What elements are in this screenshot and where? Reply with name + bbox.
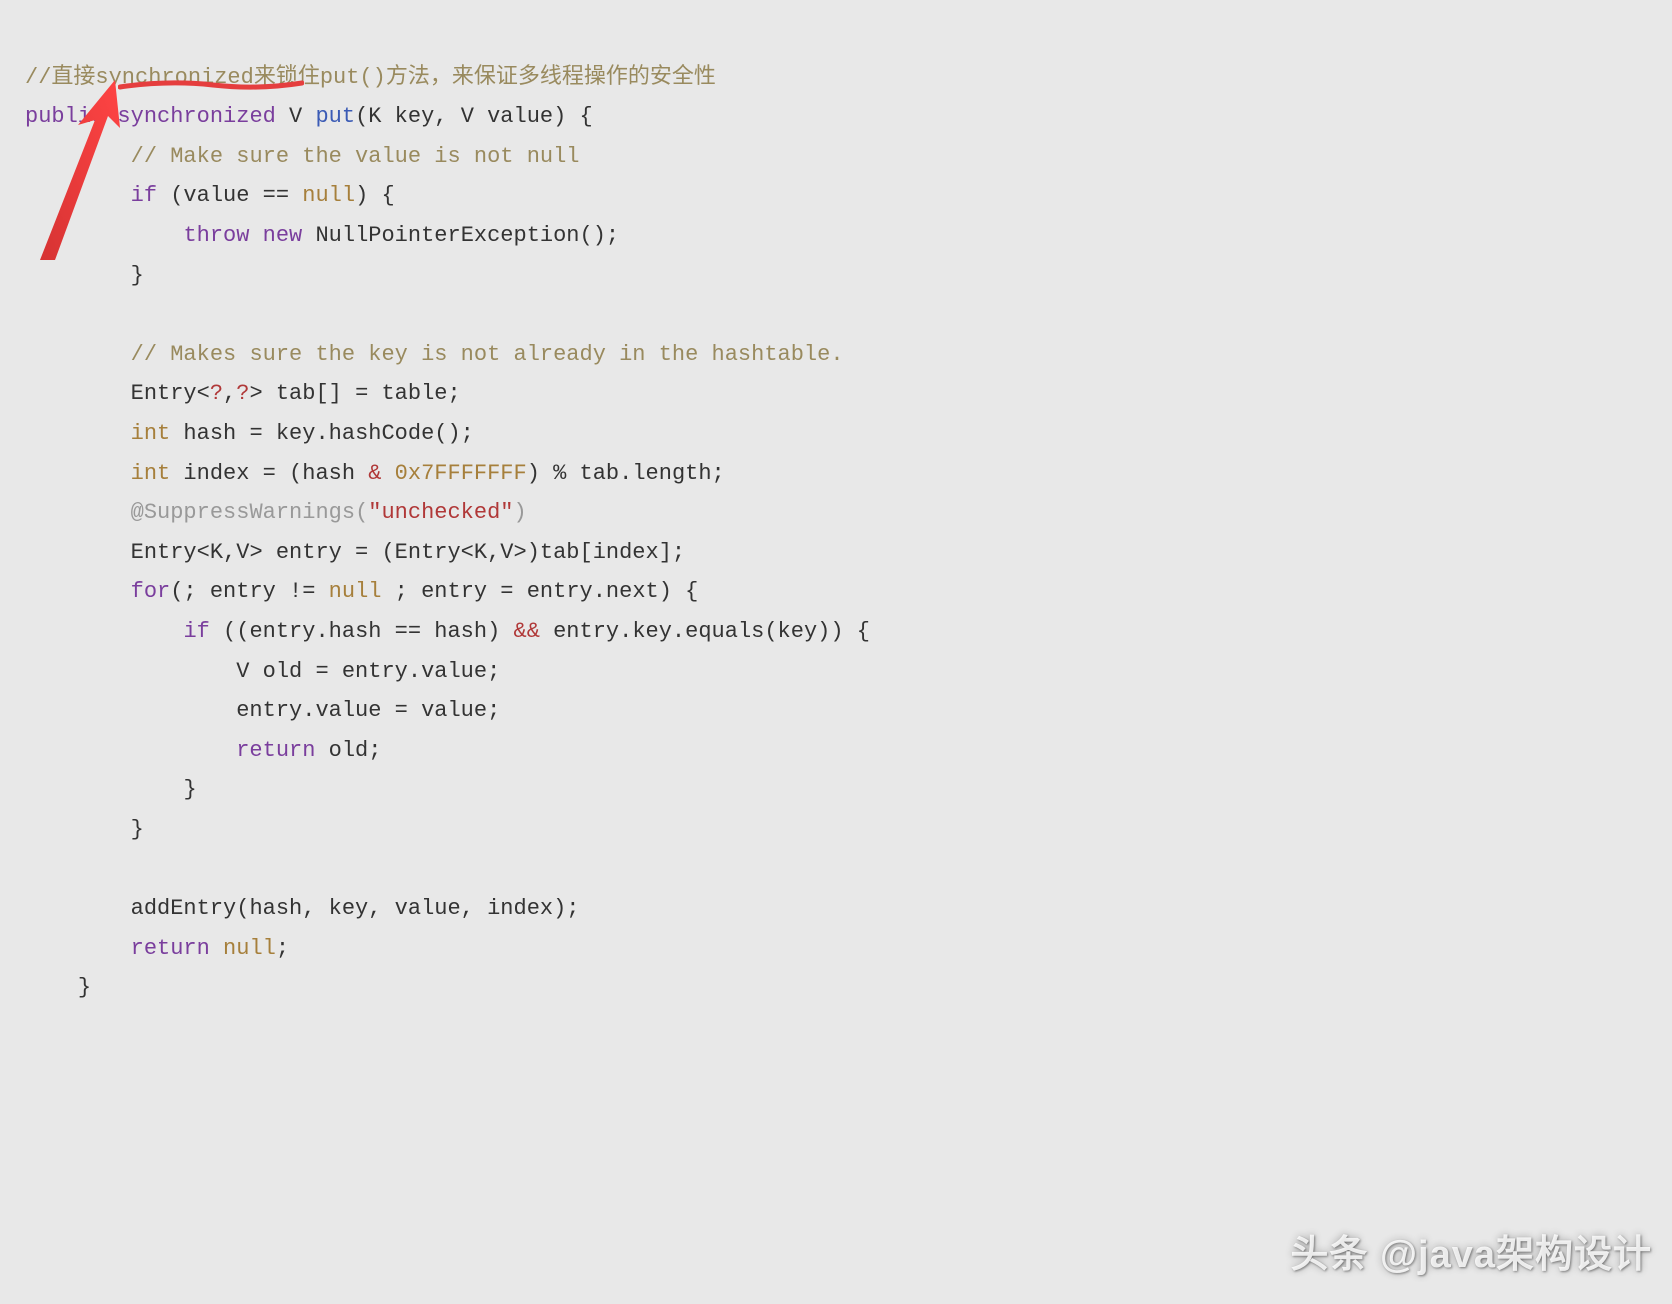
- keyword-return: return: [131, 936, 210, 961]
- keyword-int: int: [131, 421, 171, 446]
- keyword-synchronized: synchronized: [117, 104, 275, 129]
- keyword-if: if: [183, 619, 209, 644]
- comment-hashtable: // Makes sure the key is not already in …: [131, 342, 844, 367]
- keyword-return: return: [236, 738, 315, 763]
- keyword-public: public: [25, 104, 104, 129]
- keyword-int: int: [131, 461, 171, 486]
- keyword-throw: throw: [183, 223, 249, 248]
- hex-literal: 0x7FFFFFFF: [381, 461, 526, 486]
- keyword-for: for: [131, 579, 171, 604]
- code-block: //直接synchronized来锁住put()方法，来保证多线程操作的安全性 …: [25, 18, 1647, 1008]
- params: (K key, V value) {: [355, 104, 593, 129]
- null-literal: null: [302, 183, 355, 208]
- keyword-new: new: [263, 223, 303, 248]
- watermark-text: 头条 @java架构设计: [1290, 1221, 1652, 1289]
- method-put: put: [315, 104, 355, 129]
- add-entry-call: addEntry(hash, key, value, index);: [131, 896, 580, 921]
- annotation-suppress: @SuppressWarnings: [131, 500, 355, 525]
- comment-line: //直接synchronized来锁住put()方法，来保证多线程操作的安全性: [25, 65, 716, 90]
- string-unchecked: "unchecked": [368, 500, 513, 525]
- type-v: V: [276, 104, 316, 129]
- entry-decl: Entry<K,V> entry = (Entry<K,V>)tab[index…: [131, 540, 686, 565]
- and-operator: &&: [514, 619, 540, 644]
- keyword-if: if: [131, 183, 157, 208]
- comment-value-null: // Make sure the value is not null: [131, 144, 580, 169]
